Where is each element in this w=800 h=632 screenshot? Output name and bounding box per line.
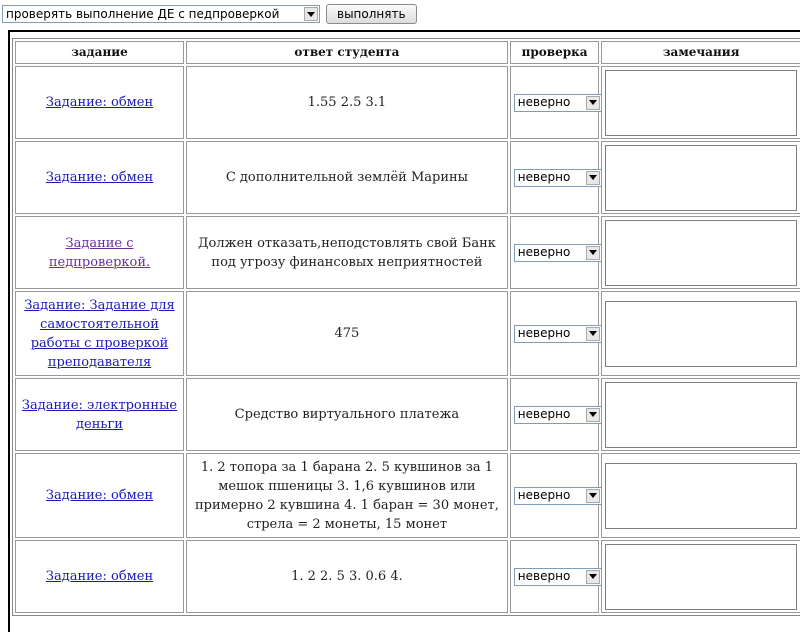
check-select-value: неверно (517, 245, 571, 259)
check-cell: неверно (509, 141, 602, 214)
remarks-cell (601, 291, 800, 376)
check-select-value: неверно (517, 170, 571, 184)
table-row: Задание: обмен 1. 2 2. 5 3. 0.6 4. невер… (15, 540, 800, 613)
task-cell: Задание: Задание для самостоятельной раб… (15, 291, 185, 376)
remarks-cell (601, 216, 800, 289)
check-select[interactable]: неверно (513, 567, 602, 586)
grading-table: задание ответ студента проверка замечани… (12, 38, 800, 616)
chevron-down-icon[interactable] (585, 170, 600, 185)
check-select-value: неверно (517, 488, 571, 502)
chevron-down-icon[interactable] (585, 95, 600, 110)
table-row: Задание: обмен 1. 2 топора за 1 барана 2… (15, 453, 800, 538)
chevron-down-icon[interactable] (585, 326, 600, 341)
check-cell: неверно (509, 216, 602, 289)
table-row: Задание с педпроверкой. Должен отказать,… (15, 216, 800, 289)
task-link[interactable]: Задание: обмен (46, 569, 153, 584)
check-select[interactable]: неверно (513, 324, 602, 343)
check-select-value: неверно (517, 95, 571, 109)
chevron-down-icon[interactable] (585, 569, 600, 584)
remarks-cell (601, 378, 800, 451)
mode-select-value: проверять выполнение ДЕ с педпроверкой (6, 7, 280, 21)
remarks-cell (601, 453, 800, 538)
toolbar: проверять выполнение ДЕ с педпроверкой в… (2, 4, 417, 24)
table-row: Задание: Задание для самостоятельной раб… (15, 291, 800, 376)
task-cell: Задание: обмен (15, 453, 185, 538)
task-link[interactable]: Задание: электронные деньги (22, 398, 177, 432)
remarks-cell (601, 141, 800, 214)
check-select-value: неверно (517, 407, 571, 421)
check-select-value: неверно (517, 326, 571, 340)
task-cell: Задание: обмен (15, 141, 185, 214)
header-remarks: замечания (601, 41, 800, 64)
check-select[interactable]: неверно (513, 405, 602, 424)
remarks-textarea[interactable] (605, 462, 797, 529)
check-cell: неверно (509, 540, 602, 613)
task-cell: Задание с педпроверкой. (15, 216, 185, 289)
task-cell: Задание: электронные деньги (15, 378, 185, 451)
task-link[interactable]: Задание: обмен (46, 95, 153, 110)
check-select-value: неверно (517, 569, 571, 583)
answer-cell: С дополнительной землёй Марины (186, 141, 508, 214)
remarks-textarea[interactable] (605, 300, 797, 367)
task-cell: Задание: обмен (15, 66, 185, 139)
mode-select[interactable]: проверять выполнение ДЕ с педпроверкой (2, 5, 320, 23)
run-button[interactable]: выполнять (326, 4, 417, 24)
remarks-cell (601, 66, 800, 139)
remarks-textarea[interactable] (605, 69, 797, 136)
table-header-row: задание ответ студента проверка замечани… (15, 41, 800, 64)
answer-cell: Должен отказать,неподстовлять свой Банк … (186, 216, 508, 289)
check-cell: неверно (509, 291, 602, 376)
header-task: задание (15, 41, 185, 64)
task-cell: Задание: обмен (15, 540, 185, 613)
answer-cell: 1.55 2.5 3.1 (186, 66, 508, 139)
remarks-cell (601, 540, 800, 613)
check-cell: неверно (509, 66, 602, 139)
check-select[interactable]: неверно (513, 486, 602, 505)
answer-cell: 1. 2 2. 5 3. 0.6 4. (186, 540, 508, 613)
table-row: Задание: обмен С дополнительной землёй М… (15, 141, 800, 214)
chevron-down-icon[interactable] (585, 488, 600, 503)
header-answer: ответ студента (186, 41, 508, 64)
header-check: проверка (509, 41, 600, 64)
check-select[interactable]: неверно (513, 243, 602, 262)
task-link[interactable]: Задание: обмен (46, 170, 153, 185)
check-select[interactable]: неверно (513, 168, 602, 187)
answer-cell: 475 (186, 291, 508, 376)
answer-cell: 1. 2 топора за 1 барана 2. 5 кувшинов за… (186, 453, 508, 538)
remarks-textarea[interactable] (605, 219, 797, 286)
task-link[interactable]: Задание с педпроверкой. (49, 236, 150, 270)
remarks-textarea[interactable] (605, 144, 797, 211)
task-link[interactable]: Задание: Задание для самостоятельной раб… (24, 298, 174, 370)
remarks-textarea[interactable] (605, 381, 797, 448)
answer-cell: Средство виртуального платежа (186, 378, 508, 451)
check-select[interactable]: неверно (513, 93, 602, 112)
chevron-down-icon[interactable] (304, 7, 318, 21)
check-cell: неверно (509, 453, 602, 538)
chevron-down-icon[interactable] (585, 245, 600, 260)
check-cell: неверно (509, 378, 602, 451)
chevron-down-icon[interactable] (585, 407, 600, 422)
table-row: Задание: электронные деньги Средство вир… (15, 378, 800, 451)
table-row: Задание: обмен 1.55 2.5 3.1 неверно (15, 66, 800, 139)
task-link[interactable]: Задание: обмен (46, 488, 153, 503)
